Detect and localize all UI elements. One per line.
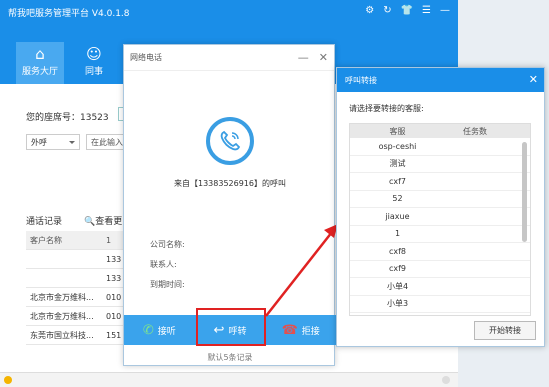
transfer-dialog-header: 呼叫转接 ✕ <box>337 68 544 92</box>
list-item[interactable]: jiaxue <box>350 208 530 226</box>
agent-name: 1 <box>394 229 401 239</box>
list-item[interactable]: cxf7 <box>350 173 530 191</box>
agent-name: osp-ceshi <box>378 141 417 151</box>
transfer-prompt: 请选择要转接的客服: <box>349 104 424 113</box>
agent-name: cxf7 <box>388 176 407 186</box>
list-item[interactable]: osp-ceshi <box>350 138 530 156</box>
list-item[interactable]: cxf8 <box>350 243 530 261</box>
list-item[interactable]: cxf9 <box>350 261 530 278</box>
list-scrollbar[interactable] <box>522 142 527 242</box>
agent-name: 测试 <box>389 159 406 169</box>
list-item[interactable]: 小单3 <box>350 296 530 313</box>
agent-name: 小单4 <box>386 281 409 291</box>
transfer-dialog: 呼叫转接 ✕ 请选择要转接的客服: 客服 任务数 osp-ceshi 测试 cx… <box>336 67 545 347</box>
list-item[interactable]: 52 <box>350 191 530 208</box>
header-tasks: 任务数 <box>463 126 487 136</box>
agent-name: cxf8 <box>388 246 407 256</box>
agent-name: cxf9 <box>388 264 407 274</box>
close-icon[interactable]: ✕ <box>529 73 538 86</box>
agent-name: jiaxue <box>385 211 410 221</box>
start-transfer-button[interactable]: 开始转接 <box>474 321 536 340</box>
transfer-dialog-title: 呼叫转接 <box>345 75 377 85</box>
list-item[interactable]: 小单4 <box>350 278 530 296</box>
agent-list-header: 客服 任务数 <box>350 124 530 138</box>
header-service: 客服 <box>389 126 406 136</box>
agent-list: 客服 任务数 osp-ceshi 测试 cxf7 52 jiaxue 1 cxf… <box>349 123 531 316</box>
agent-name: 小单3 <box>386 299 409 309</box>
list-item[interactable]: 1 <box>350 226 530 243</box>
list-item[interactable]: 测试 <box>350 156 530 173</box>
agent-name: 52 <box>392 194 403 204</box>
